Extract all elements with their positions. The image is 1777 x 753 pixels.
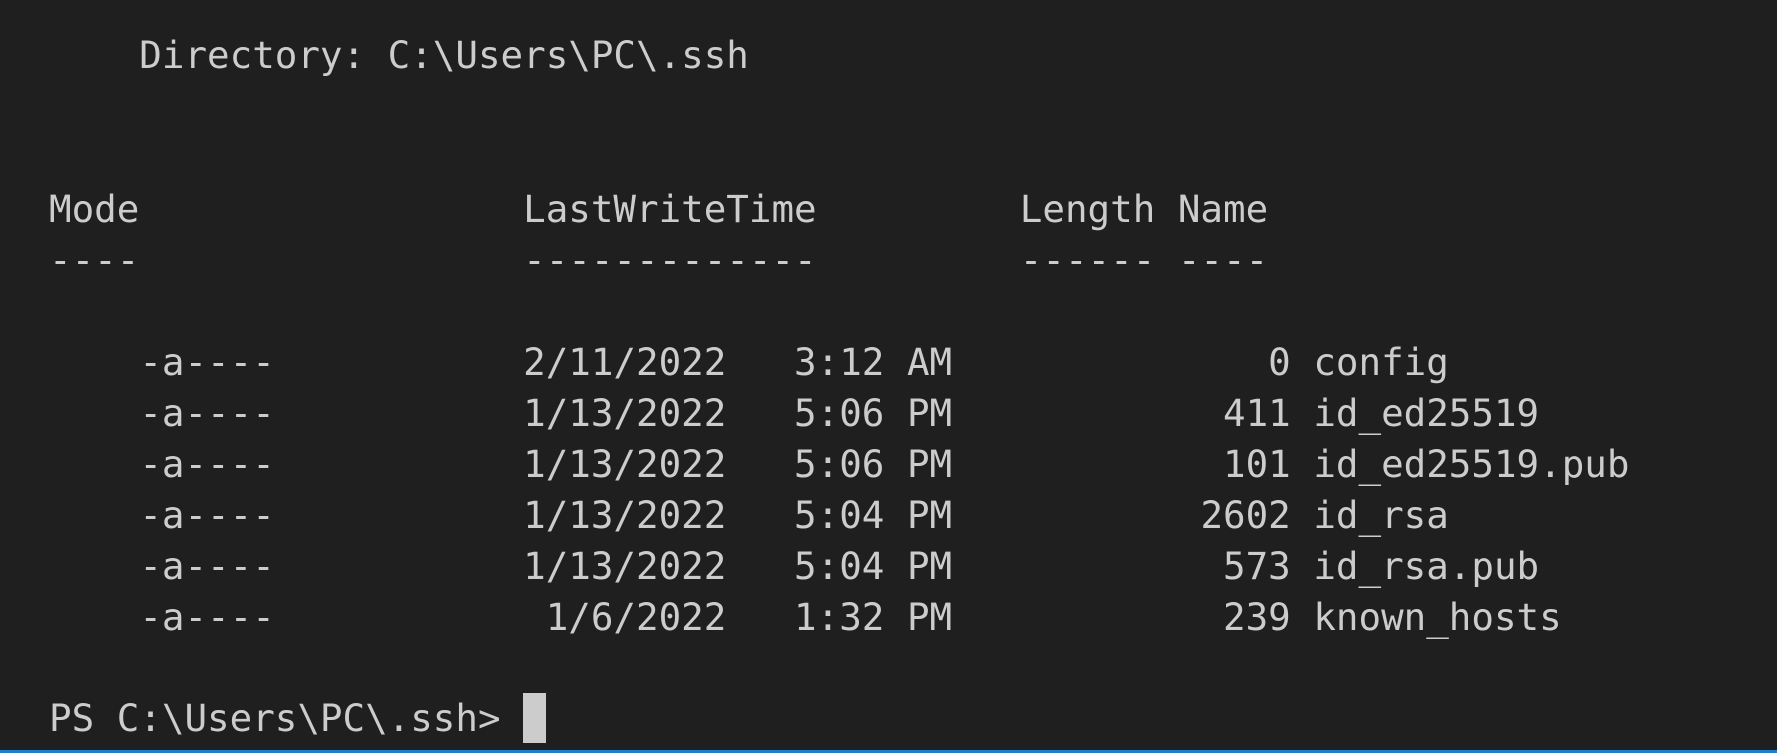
directory-path: C:\Users\PC\.ssh <box>387 33 749 77</box>
file-time: 1:32 PM <box>726 595 953 639</box>
listing-header: Mode LastWriteTime Length Name <box>49 187 1269 231</box>
file-date: 1/6/2022 <box>274 595 727 639</box>
file-row: -a---- 1/6/2022 1:32 PM 239 known_hosts <box>49 541 1562 694</box>
file-mode: -a---- <box>139 595 275 639</box>
directory-line: Directory: C:\Users\PC\.ssh <box>49 30 749 81</box>
command-prompt[interactable]: PS C:\Users\PC\.ssh> <box>49 693 547 744</box>
terminal-window[interactable]: Directory: C:\Users\PC\.ssh Mode LastWri… <box>0 0 1777 753</box>
prompt-text: PS C:\Users\PC\.ssh> <box>49 696 524 740</box>
directory-label: Directory: <box>49 33 388 77</box>
text-cursor <box>523 693 547 743</box>
file-length: 239 <box>952 595 1291 639</box>
file-name: known_hosts <box>1313 595 1562 639</box>
listing-header-underline: ---- ------------- ------ ---- <box>49 238 1269 282</box>
